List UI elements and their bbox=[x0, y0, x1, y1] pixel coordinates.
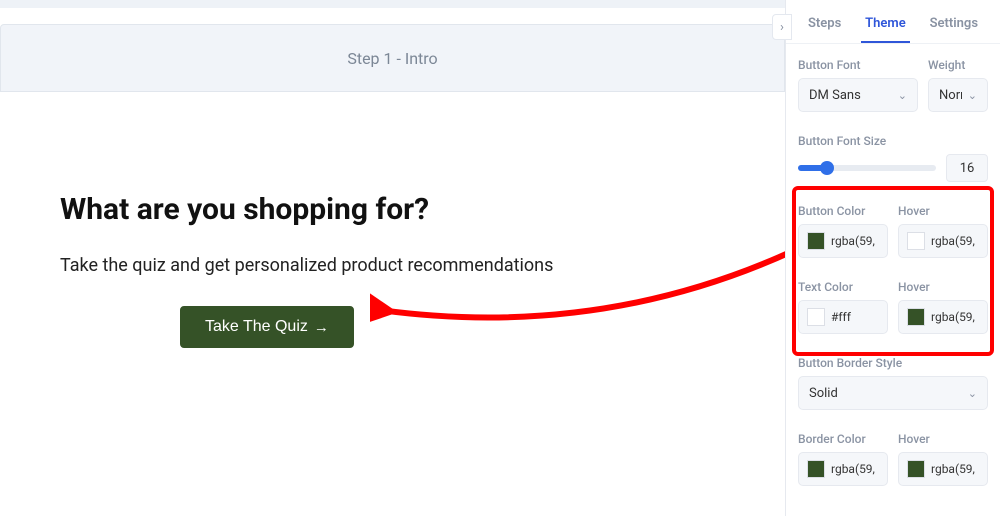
chevron-down-icon: ⌄ bbox=[968, 387, 977, 400]
text-color-value: #fff bbox=[831, 310, 851, 324]
font-size-slider[interactable] bbox=[798, 165, 936, 171]
tab-settings[interactable]: Settings bbox=[926, 12, 982, 43]
text-color-hover-input[interactable]: rgba(59, bbox=[898, 300, 988, 334]
weight-select[interactable]: Normal ⌄ bbox=[928, 78, 988, 112]
chevron-right-icon: › bbox=[780, 20, 784, 35]
border-color-hover-input[interactable]: rgba(59, bbox=[898, 452, 988, 486]
color-swatch-icon bbox=[807, 460, 825, 478]
step-title-bar: Step 1 - Intro bbox=[0, 24, 785, 92]
button-font-label: Button Font bbox=[798, 58, 918, 72]
step-label: Step 1 - Intro bbox=[347, 49, 437, 68]
tab-theme[interactable]: Theme bbox=[861, 12, 910, 43]
button-color-hover-input[interactable]: rgba(59, bbox=[898, 224, 988, 258]
color-swatch-icon bbox=[907, 232, 925, 250]
theme-sidebar: › Steps Theme Settings Button Font DM Sa… bbox=[785, 0, 1000, 516]
arrow-right-icon: → bbox=[314, 319, 329, 336]
button-color-hover-label: Hover bbox=[898, 204, 988, 218]
weight-label: Weight bbox=[928, 58, 988, 72]
border-style-select[interactable]: Solid ⌄ bbox=[798, 376, 988, 410]
border-color-hover-label: Hover bbox=[898, 432, 988, 446]
button-font-select[interactable]: DM Sans ⌄ bbox=[798, 78, 918, 112]
cta-label: Take The Quiz bbox=[205, 318, 308, 336]
text-color-hover-label: Hover bbox=[898, 280, 988, 294]
text-color-label: Text Color bbox=[798, 280, 888, 294]
border-color-label: Border Color bbox=[798, 432, 888, 446]
color-swatch-icon bbox=[807, 232, 825, 250]
preview-heading: What are you shopping for? bbox=[60, 192, 725, 227]
take-quiz-button[interactable]: Take The Quiz → bbox=[180, 306, 354, 348]
quiz-preview-canvas: Step 1 - Intro What are you shopping for… bbox=[0, 0, 785, 516]
font-size-label: Button Font Size bbox=[798, 134, 988, 148]
text-color-hover-value: rgba(59, bbox=[931, 310, 975, 324]
sidebar-tabs: Steps Theme Settings bbox=[786, 0, 1000, 44]
theme-panel: Button Font DM Sans ⌄ Weight Normal ⌄ Bu… bbox=[786, 44, 1000, 486]
border-color-input[interactable]: rgba(59, bbox=[798, 452, 888, 486]
button-font-value: DM Sans bbox=[809, 88, 861, 103]
font-size-value[interactable]: 16 bbox=[946, 154, 988, 182]
color-swatch-icon bbox=[907, 308, 925, 326]
button-color-input[interactable]: rgba(59, bbox=[798, 224, 888, 258]
border-color-hover-value: rgba(59, bbox=[931, 462, 975, 476]
collapse-sidebar-button[interactable]: › bbox=[772, 14, 792, 40]
button-color-hover-value: rgba(59, bbox=[931, 234, 975, 248]
chevron-down-icon: ⌄ bbox=[968, 89, 977, 102]
tab-steps[interactable]: Steps bbox=[804, 12, 845, 43]
border-style-value: Solid bbox=[809, 386, 838, 401]
color-swatch-icon bbox=[907, 460, 925, 478]
weight-value: Normal bbox=[939, 88, 962, 103]
text-color-input[interactable]: #fff bbox=[798, 300, 888, 334]
border-color-value: rgba(59, bbox=[831, 462, 875, 476]
button-color-value: rgba(59, bbox=[831, 234, 875, 248]
preview-subtext: Take the quiz and get personalized produ… bbox=[60, 255, 725, 276]
chevron-down-icon: ⌄ bbox=[898, 89, 907, 102]
border-style-label: Button Border Style bbox=[798, 356, 988, 370]
color-swatch-icon bbox=[807, 308, 825, 326]
preview-area: What are you shopping for? Take the quiz… bbox=[0, 92, 785, 516]
button-color-label: Button Color bbox=[798, 204, 888, 218]
